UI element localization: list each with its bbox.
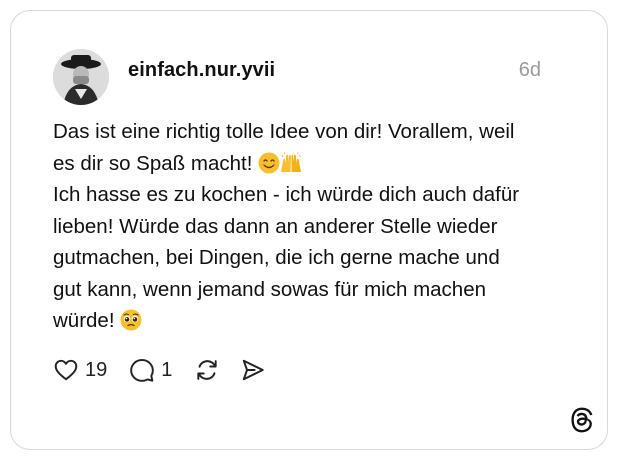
repost-icon: [197, 360, 218, 380]
reply-count: 1: [161, 358, 173, 381]
repost-button[interactable]: [194, 357, 220, 383]
like-count: 19: [85, 358, 108, 381]
share-icon: [243, 359, 265, 381]
threads-logo-icon[interactable]: [569, 406, 595, 434]
reply-button[interactable]: 1: [129, 357, 172, 383]
post-card: einfach.nur.yvii 6d Das ist eine richtig…: [10, 10, 608, 450]
post-text-segment: es dir so Spaß macht!: [53, 151, 253, 175]
share-button[interactable]: [240, 357, 266, 383]
smiling-face-emoji: [258, 152, 280, 173]
post-text-line: es dir so Spaß macht!: [53, 148, 573, 180]
post-timestamp: 6d: [518, 59, 541, 81]
post-text: Das ist eine richtig tolle Idee von dir!…: [53, 116, 573, 337]
post-actions: 19 1: [53, 355, 266, 385]
post-text-line: lieben! Würde das dann an anderer Stelle…: [53, 214, 498, 238]
pleading-face-emoji: [120, 309, 142, 331]
post-text-line: würde!: [53, 305, 573, 337]
post-text-line: Das ist eine richtig tolle Idee von dir!…: [53, 120, 515, 143]
post-text-line: gut kann, wenn jemand sowas für mich mac…: [53, 277, 487, 301]
post-text-segment: würde!: [53, 309, 115, 332]
comment-icon: [130, 359, 155, 382]
raising-hands-emoji: [281, 152, 302, 172]
heart-icon: [54, 359, 78, 381]
post-text-line: gutmachen, bei Dingen, die ich gerne mac…: [53, 246, 500, 269]
avatar[interactable]: [53, 49, 109, 105]
avatar-photo: [53, 49, 109, 105]
like-button[interactable]: 19: [53, 357, 107, 383]
username[interactable]: einfach.nur.yvii: [128, 59, 275, 82]
post-text-line: Ich hasse es zu kochen - ich würde dich …: [53, 183, 520, 206]
